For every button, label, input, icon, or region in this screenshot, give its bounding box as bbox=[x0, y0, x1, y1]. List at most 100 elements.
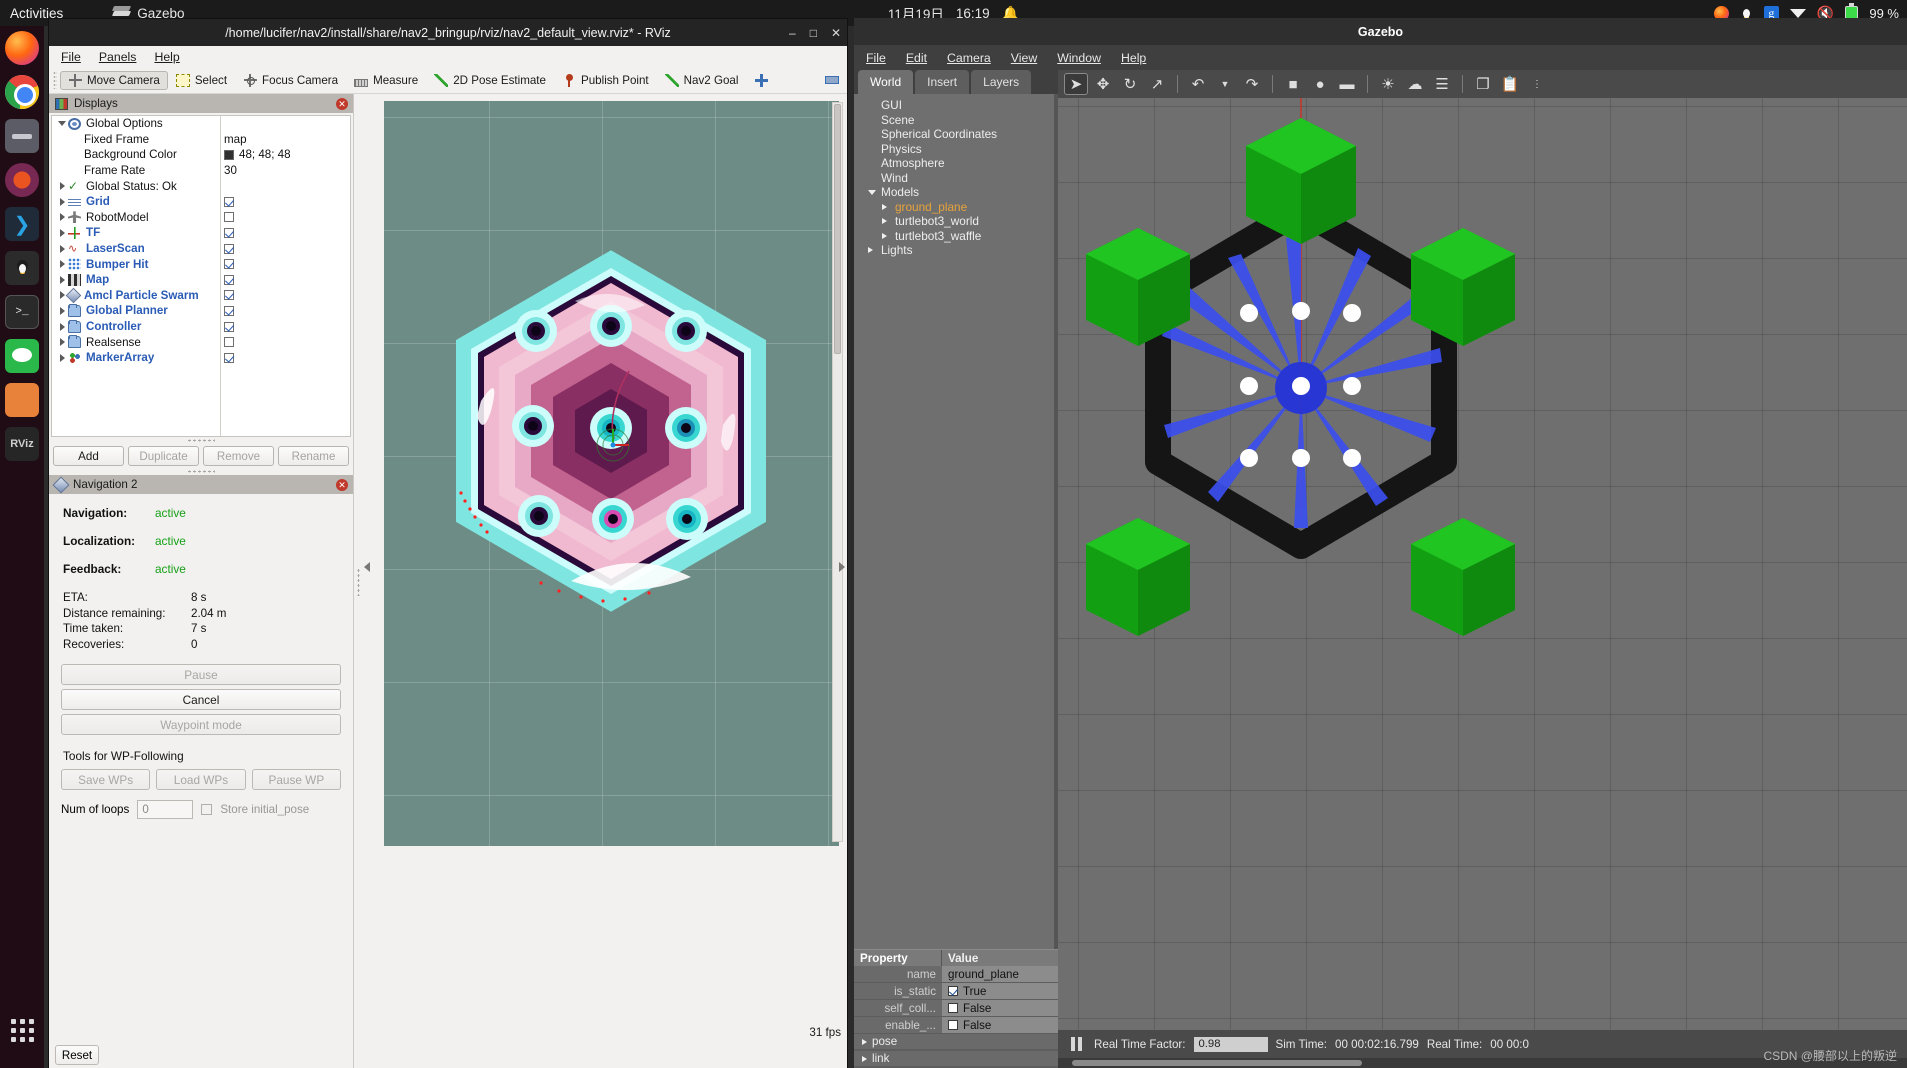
cylinder-icon[interactable]: ▬ bbox=[1335, 73, 1359, 95]
chevron-right-icon[interactable] bbox=[56, 322, 68, 331]
chevron-right-icon[interactable] bbox=[868, 247, 878, 254]
display-row-value[interactable] bbox=[224, 212, 234, 223]
menu-help[interactable]: Help bbox=[154, 50, 179, 64]
toolbar-grip[interactable] bbox=[53, 71, 57, 89]
chevron-down-icon[interactable] bbox=[868, 189, 878, 195]
gz-menu-camera[interactable]: Camera bbox=[947, 51, 991, 65]
display-row[interactable]: Frame Rate 30 bbox=[52, 163, 350, 179]
chevron-right-icon[interactable] bbox=[862, 1055, 867, 1062]
display-visibility-checkbox[interactable] bbox=[224, 259, 234, 270]
gazebo-menubar[interactable]: File Edit Camera View Window Help bbox=[854, 45, 1907, 70]
display-row-value[interactable] bbox=[224, 259, 234, 270]
rviz-render-area[interactable] bbox=[362, 94, 847, 1068]
dock-item-file-manager[interactable] bbox=[0, 378, 44, 422]
display-visibility-checkbox[interactable] bbox=[224, 196, 234, 207]
display-row[interactable]: Map bbox=[52, 272, 350, 288]
chevron-right-icon[interactable] bbox=[56, 338, 68, 347]
chevron-right-icon[interactable] bbox=[882, 218, 892, 225]
world-tree-item[interactable]: Atmosphere bbox=[854, 156, 1058, 171]
close-button[interactable]: ✕ bbox=[831, 26, 841, 40]
reset-button[interactable]: Reset bbox=[55, 1045, 99, 1065]
collapse-left-arrow[interactable] bbox=[364, 562, 370, 572]
maximize-button[interactable]: □ bbox=[810, 26, 817, 40]
world-tree-item[interactable]: Scene bbox=[854, 113, 1058, 128]
display-row[interactable]: ∿ LaserScan bbox=[52, 241, 350, 257]
ubuntu-dock[interactable]: ❯ >_ RViz bbox=[0, 26, 44, 1068]
pause-wp-button[interactable]: Pause WP bbox=[251, 769, 341, 791]
add-button[interactable]: Add bbox=[53, 446, 124, 466]
menu-panels[interactable]: Panels bbox=[99, 50, 137, 64]
box-icon[interactable]: ■ bbox=[1281, 73, 1305, 95]
dock-item-rviz[interactable]: RViz bbox=[0, 422, 44, 466]
display-row-value[interactable] bbox=[224, 274, 234, 285]
dock-item-vscode[interactable]: ❯ bbox=[0, 202, 44, 246]
display-row-value[interactable] bbox=[224, 321, 234, 332]
tool-focus-camera[interactable]: Focus Camera bbox=[235, 71, 346, 90]
dock-item-ubuntu-software[interactable] bbox=[0, 158, 44, 202]
display-row-value[interactable] bbox=[224, 227, 234, 238]
tool-publish-point[interactable]: Publish Point bbox=[554, 71, 657, 90]
gazebo-toolbar[interactable]: ➤ ✥ ↻ ↗ ↶ ▼ ↷ ■ ● ▬ ☀ ☁ ☰ ❐ 📋 ⋮ bbox=[1058, 70, 1907, 98]
toolbar-overflow[interactable] bbox=[825, 76, 847, 84]
dock-item-chrome[interactable] bbox=[0, 70, 44, 114]
display-row[interactable]: Global Options bbox=[52, 116, 350, 132]
tool-2d-pose-estimate[interactable]: 2D Pose Estimate bbox=[426, 71, 554, 90]
display-visibility-checkbox[interactable] bbox=[224, 352, 234, 363]
chevron-right-icon[interactable] bbox=[56, 275, 68, 284]
paste-icon[interactable]: 📋 bbox=[1498, 73, 1522, 95]
display-row[interactable]: Realsense bbox=[52, 334, 350, 350]
spot-light-icon[interactable]: ☁ bbox=[1403, 73, 1427, 95]
displays-button-row[interactable]: Add Duplicate Remove Rename bbox=[49, 444, 353, 468]
rotate-icon[interactable]: ↻ bbox=[1118, 73, 1142, 95]
store-initial-pose-checkbox[interactable] bbox=[201, 804, 213, 816]
tab-insert[interactable]: Insert bbox=[915, 70, 970, 94]
dock-item-terminal[interactable]: >_ bbox=[0, 290, 44, 334]
world-tree-item[interactable]: turtlebot3_waffle bbox=[854, 229, 1058, 244]
cursor-icon[interactable]: ➤ bbox=[1064, 73, 1088, 95]
translate-icon[interactable]: ✥ bbox=[1091, 73, 1115, 95]
loops-row[interactable]: Num of loops Store initial_pose bbox=[49, 790, 353, 829]
pause-button[interactable]: Pause bbox=[61, 664, 341, 686]
dock-item-firefox[interactable] bbox=[0, 26, 44, 70]
viewport-vertical-scrollbar[interactable] bbox=[832, 102, 843, 842]
collapse-right-arrow[interactable] bbox=[839, 562, 845, 572]
display-visibility-checkbox[interactable] bbox=[224, 305, 234, 316]
tool-move-camera[interactable]: Move Camera bbox=[60, 70, 168, 90]
tool-measure[interactable]: Measure bbox=[346, 71, 426, 90]
chevron-right-icon[interactable] bbox=[56, 244, 68, 253]
property-row[interactable]: name ground_plane bbox=[854, 966, 1058, 983]
rviz-menubar[interactable]: File Panels Help bbox=[49, 46, 847, 67]
chevron-right-icon[interactable] bbox=[56, 182, 68, 191]
sphere-icon[interactable]: ● bbox=[1308, 73, 1332, 95]
chevron-right-icon[interactable] bbox=[56, 353, 68, 362]
chevron-right-icon[interactable] bbox=[56, 260, 68, 269]
gazebo-world-tree[interactable]: GUI Scene Spherical Coordinates Physics Atmo… bbox=[854, 94, 1058, 949]
rviz-toolbar[interactable]: Move Camera Select Focus Camera Measure … bbox=[49, 67, 847, 94]
property-checkbox[interactable] bbox=[948, 986, 958, 996]
display-row-value[interactable]: 30 bbox=[224, 164, 237, 177]
display-row-value[interactable] bbox=[224, 337, 234, 348]
point-light-icon[interactable]: ☀ bbox=[1376, 73, 1400, 95]
tab-layers[interactable]: Layers bbox=[971, 70, 1032, 94]
dock-item-wechat[interactable] bbox=[0, 334, 44, 378]
scale-icon[interactable]: ↗ bbox=[1145, 73, 1169, 95]
rviz-vertical-splitter[interactable] bbox=[354, 94, 362, 1068]
displays-tree[interactable]: Global Options Fixed Frame map Background C… bbox=[51, 115, 351, 437]
property-value[interactable]: False bbox=[942, 1000, 1058, 1016]
close-icon[interactable]: ✕ bbox=[336, 478, 348, 491]
rename-button[interactable]: Rename bbox=[278, 446, 349, 466]
gz-menu-file[interactable]: File bbox=[866, 51, 886, 65]
chevron-right-icon[interactable] bbox=[862, 1038, 867, 1045]
wp-button-row[interactable]: Save WPs Load WPs Pause WP bbox=[49, 769, 353, 791]
gz-menu-view[interactable]: View bbox=[1011, 51, 1037, 65]
world-tree-item[interactable]: Physics bbox=[854, 142, 1058, 157]
property-value[interactable]: True bbox=[942, 983, 1058, 999]
chevron-right-icon[interactable] bbox=[882, 203, 892, 210]
remove-button[interactable]: Remove bbox=[203, 446, 274, 466]
save-wps-button[interactable]: Save WPs bbox=[61, 769, 151, 791]
display-row-value[interactable]: 48; 48; 48 bbox=[224, 148, 291, 161]
gz-menu-window[interactable]: Window bbox=[1057, 51, 1101, 65]
display-visibility-checkbox[interactable] bbox=[224, 290, 234, 301]
world-tree-item[interactable]: Spherical Coordinates bbox=[854, 127, 1058, 142]
display-row[interactable]: Global Planner bbox=[52, 303, 350, 319]
